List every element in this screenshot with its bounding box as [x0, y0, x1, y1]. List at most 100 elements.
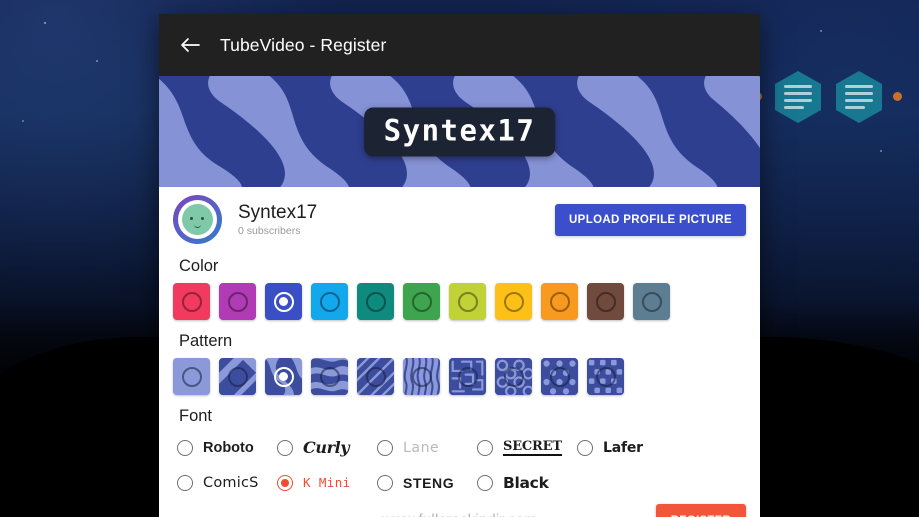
radio-ring: [503, 366, 524, 387]
pattern-swatch-geometric-rings[interactable]: [495, 358, 532, 395]
pattern-swatch-waves[interactable]: [265, 358, 302, 395]
pattern-swatch-grid-blocks[interactable]: [587, 358, 624, 395]
font-option-label: STENG: [403, 474, 455, 491]
app-window: TubeVideo - Register Syntex17 Syntex17 0…: [159, 14, 760, 517]
desktop-dot: [893, 92, 902, 101]
font-option-comics[interactable]: ComicS: [177, 468, 277, 497]
color-swatch-lime[interactable]: [449, 283, 486, 320]
radio-ring: [319, 366, 340, 387]
avatar-inner: [178, 200, 217, 239]
radio-ring: [411, 366, 432, 387]
radio-button[interactable]: [377, 439, 393, 456]
radio-ring: [503, 291, 524, 312]
title-bar: TubeVideo - Register: [159, 14, 760, 76]
radio-ring: [319, 291, 340, 312]
back-arrow-icon[interactable]: [177, 32, 203, 58]
pattern-swatch-dotted-circles[interactable]: [541, 358, 578, 395]
banner-logo-text: Syntex17: [383, 113, 536, 147]
registration-form: Color Pattern Font Roboto Curly Lane SEC…: [159, 257, 760, 497]
pattern-swatch-diagonal-stripes[interactable]: [219, 358, 256, 395]
color-swatch-indigo[interactable]: [265, 283, 302, 320]
font-option-curly[interactable]: Curly: [277, 433, 377, 462]
register-button[interactable]: REGISTER: [655, 504, 746, 517]
font-option-label: Lane: [403, 439, 440, 456]
radio-ring: [365, 291, 386, 312]
radio-ring: [181, 366, 202, 387]
radio-button[interactable]: [177, 474, 193, 491]
radio-ring: [365, 366, 386, 387]
font-option-label: Curly: [303, 438, 350, 457]
color-swatch-brown[interactable]: [587, 283, 624, 320]
font-option-steng[interactable]: STENG: [377, 468, 477, 497]
font-option-roboto[interactable]: Roboto: [177, 433, 277, 462]
pattern-swatch-solid[interactable]: [173, 358, 210, 395]
color-swatch-amber[interactable]: [495, 283, 532, 320]
subscriber-count: 0 subscribers: [238, 225, 301, 238]
radio-ring: [273, 291, 294, 312]
font-option-label: SECRET: [503, 439, 562, 456]
avatar-face-icon: [182, 204, 213, 235]
star: [820, 30, 822, 32]
font-option-label: Roboto: [203, 439, 254, 456]
radio-ring: [457, 366, 478, 387]
color-swatch-teal[interactable]: [357, 283, 394, 320]
profile-row: Syntex17 0 subscribers UPLOAD PROFILE PI…: [159, 187, 760, 252]
star: [880, 150, 882, 152]
star: [96, 60, 98, 62]
font-option-lafer[interactable]: Lafer: [577, 433, 746, 462]
color-swatch-light-blue[interactable]: [311, 283, 348, 320]
radio-button[interactable]: [277, 474, 293, 491]
radio-ring: [457, 291, 478, 312]
radio-ring: [549, 366, 570, 387]
font-option-label: K Mini: [303, 475, 351, 490]
color-swatch-green[interactable]: [403, 283, 440, 320]
star: [44, 22, 46, 24]
page-title: TubeVideo - Register: [220, 34, 387, 55]
pattern-section-title: Pattern: [179, 332, 233, 350]
profile-name: Syntex17: [238, 201, 318, 223]
pattern-swatch-maze[interactable]: [449, 358, 486, 395]
font-section-title: Font: [179, 407, 213, 425]
radio-ring: [181, 291, 202, 312]
profile-banner[interactable]: Syntex17: [159, 76, 760, 187]
font-option-label: ComicS: [203, 474, 259, 491]
font-option-secret[interactable]: SECRET: [477, 433, 577, 462]
font-option-k-mini[interactable]: K Mini: [277, 468, 377, 497]
radio-ring: [227, 291, 248, 312]
font-option-lane[interactable]: Lane: [377, 433, 477, 462]
pattern-swatch-row: [173, 358, 746, 395]
color-swatch-blue-grey[interactable]: [633, 283, 670, 320]
radio-button[interactable]: [377, 474, 393, 491]
radio-button[interactable]: [277, 439, 293, 456]
screen: TubeVideo - Register Syntex17 Syntex17 0…: [0, 0, 919, 517]
color-swatch-pink[interactable]: [173, 283, 210, 320]
color-swatch-purple[interactable]: [219, 283, 256, 320]
form-footer: www.fullcrackindir.com REGISTER: [159, 497, 760, 517]
radio-button[interactable]: [477, 439, 493, 456]
font-option-label: Lafer: [603, 439, 643, 456]
pattern-swatch-vertical-squiggles[interactable]: [403, 358, 440, 395]
pattern-swatch-diagonal-hatch[interactable]: [357, 358, 394, 395]
font-option-label: Black: [503, 473, 549, 492]
radio-button[interactable]: [177, 439, 193, 456]
radio-ring: [227, 366, 248, 387]
color-swatch-orange[interactable]: [541, 283, 578, 320]
color-swatch-row: [173, 283, 746, 320]
radio-button[interactable]: [577, 439, 593, 456]
star: [22, 120, 24, 122]
font-option-black[interactable]: Black: [477, 468, 577, 497]
radio-button[interactable]: [477, 474, 493, 491]
radio-ring: [273, 366, 294, 387]
color-section-title: Color: [179, 257, 219, 275]
radio-ring: [641, 291, 662, 312]
radio-ring: [595, 366, 616, 387]
font-option-grid: Roboto Curly Lane SECRET Lafer ComicS K Mini ST…: [177, 433, 746, 497]
radio-ring: [595, 291, 616, 312]
upload-profile-picture-button[interactable]: UPLOAD PROFILE PICTURE: [555, 203, 746, 236]
radio-ring: [549, 291, 570, 312]
pattern-swatch-horizontal-waves[interactable]: [311, 358, 348, 395]
profile-meta: Syntex17 0 subscribers: [238, 202, 555, 238]
banner-logo: Syntex17: [363, 107, 556, 156]
radio-ring: [411, 291, 432, 312]
avatar[interactable]: [173, 195, 222, 244]
